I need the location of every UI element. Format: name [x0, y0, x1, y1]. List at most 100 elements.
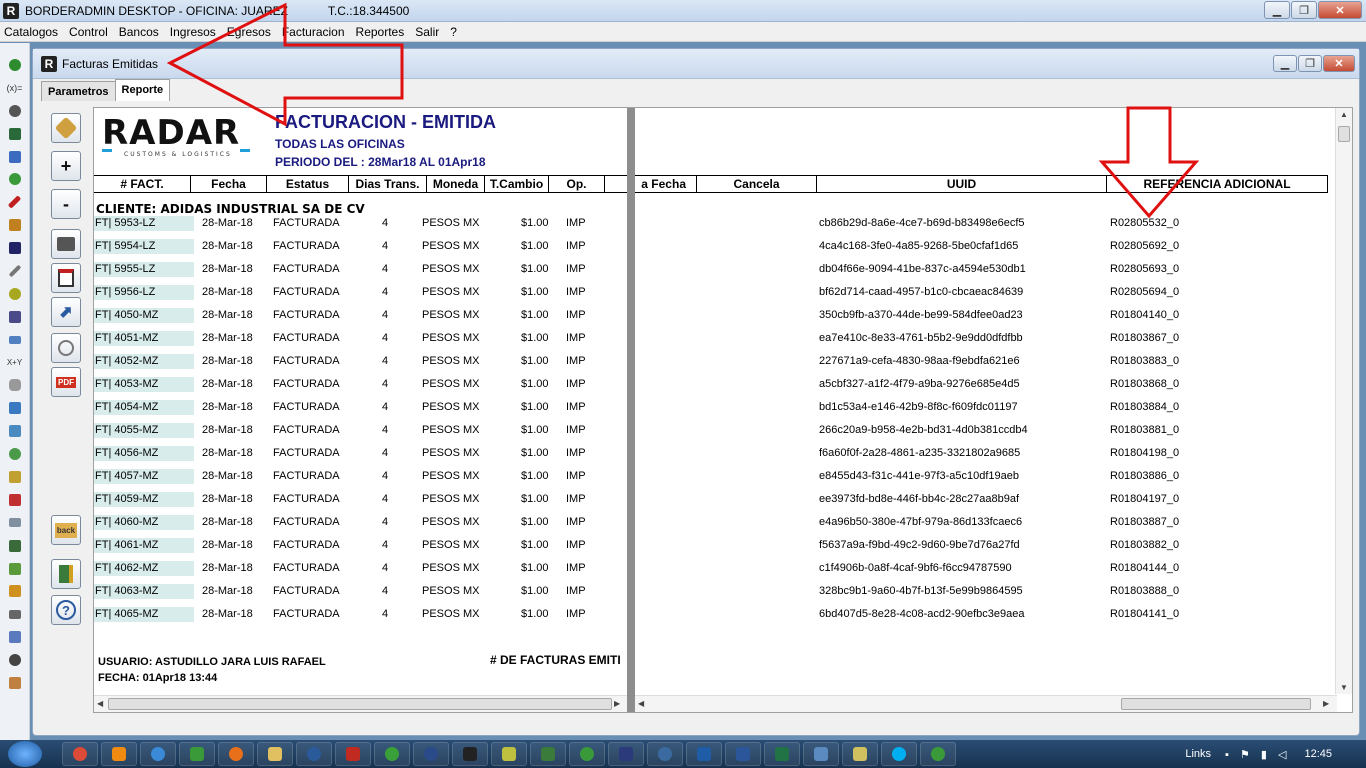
taskbar-photos[interactable] [842, 742, 878, 766]
print-button[interactable] [51, 229, 81, 259]
money-bag-icon[interactable] [7, 57, 23, 73]
menu-reportes[interactable]: Reportes [356, 25, 405, 39]
database-icon[interactable] [7, 377, 23, 393]
taskbar-money[interactable] [179, 742, 215, 766]
camera-icon[interactable] [7, 652, 23, 668]
start-button[interactable] [8, 741, 42, 767]
grid-icon[interactable] [7, 492, 23, 508]
back-folder-button[interactable]: back [51, 515, 81, 545]
taskbar-truck[interactable] [530, 742, 566, 766]
box-icon[interactable] [7, 583, 23, 599]
pencil-icon[interactable] [7, 263, 23, 279]
cell-fecha: 28-Mar-18 [202, 401, 253, 413]
left-scroll-left-icon[interactable]: ◀ [97, 699, 103, 708]
book-icon[interactable] [7, 309, 23, 325]
doc-search-icon[interactable] [7, 423, 23, 439]
taskbar-hs-1[interactable] [569, 742, 605, 766]
export-button[interactable]: ⬈ [51, 297, 81, 327]
menu-egresos[interactable]: Egresos [227, 25, 271, 39]
list-icon[interactable] [7, 515, 23, 531]
taskbar-explorer[interactable] [257, 742, 293, 766]
child-close-button[interactable]: ✕ [1323, 55, 1355, 72]
taskbar-borderadmin[interactable] [452, 742, 488, 766]
left-scroll-right-icon[interactable]: ▶ [614, 699, 620, 708]
right-horizontal-scrollbar[interactable]: ◀ ▶ [635, 695, 1337, 712]
chart-icon[interactable] [7, 675, 23, 691]
menu-salir[interactable]: Salir [415, 25, 439, 39]
scroll-up-icon[interactable]: ▲ [1340, 110, 1348, 119]
menu-facturacion[interactable]: Facturacion [282, 25, 345, 39]
user-search-icon[interactable] [7, 103, 23, 119]
taskbar-cloud[interactable] [803, 742, 839, 766]
tab-parametros[interactable]: Parametros [41, 81, 116, 101]
menu-catalogos[interactable]: Catalogos [4, 25, 58, 39]
cell-dias: 4 [382, 539, 389, 551]
taskbar-globe[interactable] [647, 742, 683, 766]
taskbar-app-e[interactable] [413, 742, 449, 766]
menu-help[interactable]: ? [450, 25, 457, 39]
zoom-in-button[interactable]: + [51, 151, 81, 181]
taskbar-sync[interactable] [374, 742, 410, 766]
taskbar-chrome[interactable] [62, 742, 98, 766]
gear-user-icon[interactable] [7, 286, 23, 302]
taskbar-notes[interactable] [491, 742, 527, 766]
menu-ingresos[interactable]: Ingresos [170, 25, 216, 39]
pane-splitter[interactable] [627, 108, 635, 712]
menu-bancos[interactable]: Bancos [119, 25, 159, 39]
calculator-icon[interactable] [7, 126, 23, 142]
taskbar-word[interactable] [725, 742, 761, 766]
taskbar-excel[interactable] [764, 742, 800, 766]
print-setup-button[interactable] [51, 263, 81, 293]
menu-control[interactable]: Control [69, 25, 108, 39]
taskbar-vlc[interactable] [101, 742, 137, 766]
xy-formula-icon[interactable]: X+Y [7, 355, 23, 371]
child-minimize-button[interactable]: ▁ [1273, 55, 1297, 72]
calendar-icon[interactable] [7, 561, 23, 577]
money-icon[interactable] [7, 171, 23, 187]
taskbar-ie[interactable] [140, 742, 176, 766]
scale-icon[interactable] [7, 240, 23, 256]
vertical-scroll-thumb[interactable] [1338, 126, 1350, 142]
tray-links[interactable]: Links [1185, 748, 1211, 760]
tab-reporte[interactable]: Reporte [114, 79, 171, 101]
exit-button[interactable] [51, 559, 81, 589]
right-scroll-right-icon[interactable]: ▶ [1323, 699, 1329, 708]
pdf-export-button[interactable]: PDF [51, 367, 81, 397]
truck-icon[interactable] [7, 332, 23, 348]
pen-icon[interactable] [7, 194, 23, 210]
register-icon[interactable] [7, 217, 23, 233]
document-blue-icon[interactable] [7, 629, 23, 645]
taskbar-filezilla[interactable] [335, 742, 371, 766]
lock-doc-icon[interactable] [7, 469, 23, 485]
printer-small-icon[interactable] [7, 606, 23, 622]
taskbar-app-p[interactable] [296, 742, 332, 766]
tray-clock[interactable]: 12:45 [1304, 748, 1332, 760]
document-icon[interactable] [7, 149, 23, 165]
cell-ref: R01803888_0 [1110, 585, 1180, 597]
col-op: Op. [548, 176, 604, 192]
taskbar-skype[interactable] [881, 742, 917, 766]
formula-icon[interactable]: (x)= [7, 80, 23, 96]
scroll-down-icon[interactable]: ▼ [1340, 683, 1348, 692]
help-button[interactable]: ? [51, 595, 81, 625]
cell-fact: FT| 4050-MZ [94, 308, 194, 323]
right-horizontal-thumb[interactable] [1121, 698, 1311, 710]
close-button[interactable]: ✕ [1318, 1, 1362, 19]
pan-tool-button[interactable] [51, 113, 81, 143]
taskbar-app-hex[interactable] [608, 742, 644, 766]
child-maximize-button[interactable]: ❐ [1298, 55, 1322, 72]
page-setup-button[interactable] [51, 333, 81, 363]
chart-doc-icon[interactable] [7, 400, 23, 416]
taskbar-outlook[interactable] [686, 742, 722, 766]
right-scroll-left-icon[interactable]: ◀ [638, 699, 644, 708]
zoom-out-button[interactable]: - [51, 189, 81, 219]
minimize-button[interactable]: ▁ [1264, 1, 1290, 19]
vertical-scrollbar[interactable]: ▲ ▼ [1335, 108, 1352, 694]
left-horizontal-scrollbar[interactable]: ◀ ▶ [94, 695, 627, 712]
maximize-button[interactable]: ❐ [1291, 1, 1317, 19]
left-horizontal-thumb[interactable] [108, 698, 612, 710]
settings-icon[interactable] [7, 446, 23, 462]
taskbar-firefox[interactable] [218, 742, 254, 766]
transfer-icon[interactable] [7, 538, 23, 554]
taskbar-hs-2[interactable] [920, 742, 956, 766]
